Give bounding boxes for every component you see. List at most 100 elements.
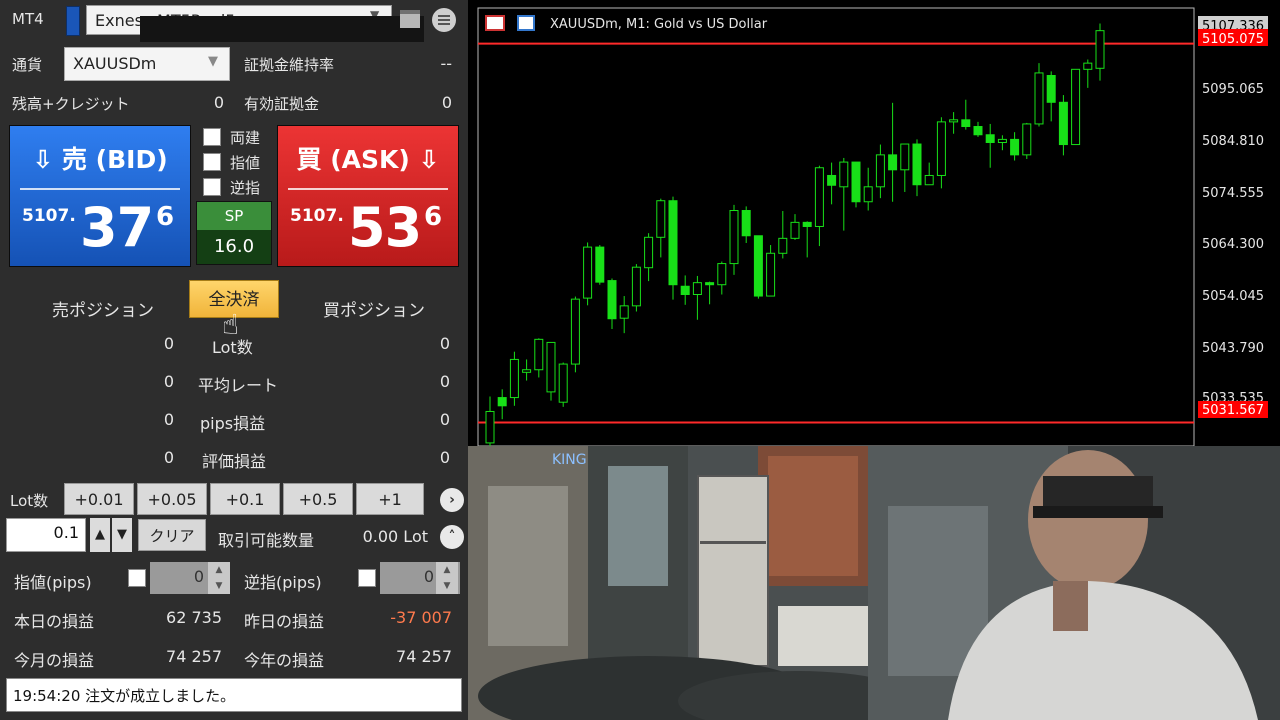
- bid-price-pip: 6: [156, 202, 175, 232]
- buy-avg-rate-value: 0: [439, 372, 450, 391]
- candle-body: [497, 397, 507, 407]
- tradable-label: 取引可能数量: [218, 531, 315, 550]
- today-pl-value: 62 735: [166, 608, 222, 627]
- lots-label: Lot数: [212, 338, 253, 357]
- lot-up-icon[interactable]: ▲: [90, 518, 110, 552]
- today-pl-label: 本日の損益: [14, 612, 95, 631]
- candle-body: [961, 119, 971, 128]
- margin-level-label: 証拠金維持率: [244, 56, 335, 74]
- balance-label: 残高+クレジット: [12, 95, 130, 113]
- bid-price-prefix: 5107.: [22, 206, 76, 226]
- candle-body: [705, 282, 715, 286]
- minimize-icon[interactable]: [400, 10, 420, 28]
- price-lines: [478, 42, 1194, 424]
- spread-label: SP: [197, 202, 271, 230]
- candle-body: [827, 174, 837, 186]
- stop-checkbox[interactable]: [203, 178, 221, 196]
- chevron-right-icon[interactable]: ›: [440, 488, 464, 512]
- hedge-checkbox[interactable]: [203, 128, 221, 146]
- margin-level-value: --: [440, 54, 452, 73]
- candle-body: [900, 143, 910, 171]
- candlestick-chart-svg: XAUUSDm, M1: Gold vs US Dollar 5107.336 …: [477, 7, 1268, 446]
- buy-lots-value: 0: [439, 334, 450, 353]
- pips-pl-label: pips損益: [200, 414, 266, 433]
- candle-body: [485, 410, 495, 444]
- stream-background-image: KING: [468, 446, 1280, 720]
- candle-body: [1083, 62, 1093, 70]
- candle-body: [1095, 30, 1105, 69]
- buy-pips-value: 0: [439, 410, 450, 429]
- bid-price-main: 37: [80, 196, 154, 259]
- month-pl-label: 今月の損益: [14, 651, 95, 670]
- hedge-label: 両建: [230, 129, 261, 147]
- chevron-down-icon[interactable]: ▼: [208, 54, 218, 69]
- symbol-select[interactable]: XAUUSDm: [64, 47, 230, 81]
- candle-body: [766, 252, 776, 297]
- candle-body: [1071, 68, 1081, 146]
- lot-add-05-button[interactable]: +0.5: [283, 483, 353, 515]
- candle-body: [607, 280, 617, 320]
- ask-price-pip: 6: [424, 202, 443, 232]
- stop-pips-label: 逆指(pips): [244, 573, 322, 592]
- lot-label: Lot数: [10, 492, 49, 510]
- candle-body: [924, 174, 934, 186]
- buy-positions-label: 買ポジション: [323, 301, 425, 321]
- candle-body: [680, 285, 690, 296]
- candle-body: [619, 305, 629, 319]
- sell-eval-value: 0: [163, 448, 174, 467]
- account-indicator: [66, 6, 80, 36]
- limit-pips-stepper-icon[interactable]: ▲ ▼: [208, 562, 230, 594]
- sell-positions-label: 売ポジション: [52, 301, 154, 321]
- candle-body: [912, 143, 922, 186]
- candle-body: [1058, 101, 1068, 146]
- chevron-up-icon[interactable]: ˄: [440, 525, 464, 549]
- lot-down-icon[interactable]: ▼: [112, 518, 132, 552]
- candle-body: [839, 161, 849, 188]
- lot-add-001-button[interactable]: +0.01: [64, 483, 134, 515]
- divider: [20, 188, 180, 190]
- lot-add-005-button[interactable]: +0.05: [137, 483, 207, 515]
- sell-bid-button[interactable]: ⇩ 売 (BID) 5107. 37 6: [9, 125, 191, 267]
- buy-ask-button[interactable]: 買 (ASK) ⇩ 5107. 53 6: [277, 125, 459, 267]
- candle-body: [778, 237, 788, 254]
- candle-body: [875, 154, 885, 188]
- axis-label: 5043.790: [1202, 341, 1264, 356]
- ask-price-main: 53: [348, 196, 422, 259]
- yesterday-pl-label: 昨日の損益: [244, 612, 325, 631]
- year-pl-label: 今年の損益: [244, 651, 325, 670]
- lot-add-01-button[interactable]: +0.1: [210, 483, 280, 515]
- ask-price-prefix: 5107.: [290, 206, 344, 226]
- limit-pips-label: 指値(pips): [14, 573, 92, 592]
- plot-border: [477, 7, 1195, 446]
- street-scene-illustration: KING: [468, 446, 1280, 720]
- candle-body: [936, 121, 946, 176]
- sell-avg-rate-value: 0: [163, 372, 174, 391]
- buy-eval-value: 0: [439, 448, 450, 467]
- candle-body: [888, 154, 898, 171]
- stop-pips-stepper-icon[interactable]: ▲ ▼: [436, 562, 458, 594]
- price-chart[interactable]: XAUUSDm, M1: Gold vs US Dollar 5107.336 …: [468, 0, 1280, 446]
- app-label: MT4: [12, 10, 44, 28]
- svg-text:KING: KING: [552, 452, 587, 468]
- limit-pips-checkbox[interactable]: [128, 569, 146, 587]
- candle-body: [741, 210, 751, 237]
- stop-label: 逆指: [230, 179, 261, 197]
- lot-add-1-button[interactable]: +1: [356, 483, 424, 515]
- low-line-label: 5031.567: [1202, 403, 1264, 418]
- buy-title: 買 (ASK) ⇩: [296, 145, 440, 174]
- clear-button[interactable]: クリア: [138, 519, 206, 551]
- limit-label: 指値: [230, 154, 261, 172]
- candle-body: [1034, 72, 1044, 125]
- candle-body: [985, 134, 995, 143]
- lot-input[interactable]: 0.1: [6, 518, 86, 552]
- candle-body: [973, 126, 983, 136]
- divider: [288, 188, 448, 190]
- stop-pips-checkbox[interactable]: [358, 569, 376, 587]
- menu-icon[interactable]: [432, 8, 456, 32]
- month-pl-value: 74 257: [166, 647, 222, 666]
- limit-checkbox[interactable]: [203, 153, 221, 171]
- candle-body: [522, 369, 532, 373]
- candle-body: [692, 282, 702, 296]
- avg-rate-label: 平均レート: [198, 376, 279, 395]
- candle-body: [1046, 75, 1056, 103]
